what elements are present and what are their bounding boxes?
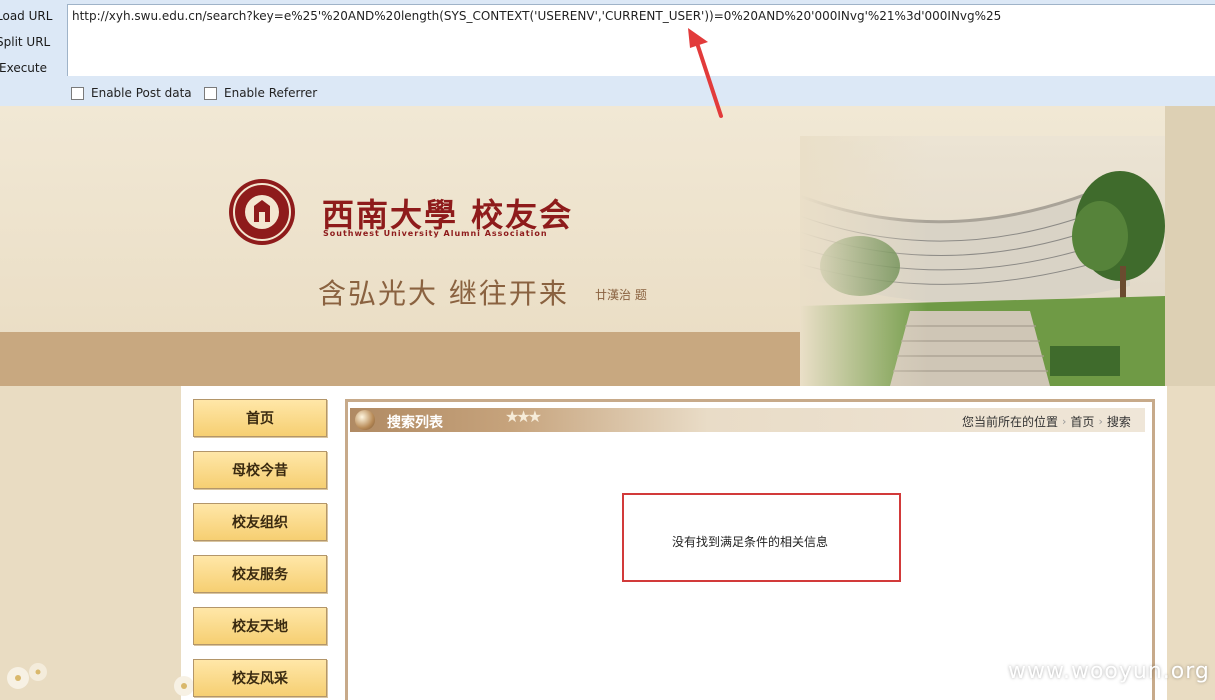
- logo-english: Southwest University Alumni Association: [323, 229, 548, 238]
- breadcrumb-prefix: 您当前所在的位置: [962, 415, 1059, 429]
- red-arrow-icon: [688, 28, 723, 118]
- breadcrumb: 您当前所在的位置 › 首页 › 搜索: [962, 413, 1131, 430]
- campus-photo: [800, 136, 1165, 386]
- orb-icon: [355, 410, 375, 430]
- hackbar-toolbar: Load URL Split URL Execute http://xyh.sw…: [0, 0, 1215, 107]
- url-field[interactable]: http://xyh.swu.edu.cn/search?key=e%25'%2…: [67, 4, 1215, 76]
- split-url-button[interactable]: Split URL: [0, 35, 50, 49]
- watermark: www.wooyun.org: [1008, 659, 1210, 684]
- nav-home[interactable]: 首页: [193, 399, 327, 437]
- no-results-message: 没有找到满足条件的相关信息: [672, 535, 829, 549]
- enable-referrer-option[interactable]: Enable Referrer: [204, 86, 317, 100]
- post-data-label: Enable Post data: [91, 86, 192, 100]
- referrer-checkbox[interactable]: [204, 86, 217, 100]
- execute-button[interactable]: Execute: [0, 61, 47, 75]
- chevron-right-icon: ›: [1098, 415, 1103, 428]
- nav-alumni-style[interactable]: 校友风采: [193, 659, 327, 697]
- referrer-label: Enable Referrer: [224, 86, 318, 100]
- breadcrumb-home-link[interactable]: 首页: [1070, 413, 1094, 430]
- school-motto: 含弘光大 继往开来: [318, 277, 569, 310]
- panel-title: 搜索列表: [387, 415, 443, 431]
- nav-alumni-org[interactable]: 校友组织: [193, 503, 327, 541]
- chevron-right-icon: ›: [1062, 415, 1067, 428]
- post-data-checkbox[interactable]: [71, 86, 84, 100]
- motto-signature: 廿漢治 题: [595, 288, 647, 302]
- star-decoration-icon: ★★★: [505, 407, 542, 426]
- flower-decoration-icon: [7, 663, 47, 689]
- university-seal-icon: [229, 179, 295, 245]
- nav-alumni-world[interactable]: 校友天地: [193, 607, 327, 645]
- site-header: 西南大學 校友会 Southwest University Alumni Ass…: [0, 106, 1215, 386]
- breadcrumb-current: 搜索: [1106, 415, 1131, 429]
- nav-alumni-services[interactable]: 校友服务: [193, 555, 327, 593]
- load-url-button[interactable]: Load URL: [0, 9, 52, 23]
- hackbar-actions: Load URL Split URL Execute: [0, 0, 66, 106]
- nav-alma-mater[interactable]: 母校今昔: [193, 451, 327, 489]
- url-text: http://xyh.swu.edu.cn/search?key=e%25'%2…: [72, 9, 1002, 23]
- enable-post-data-option[interactable]: Enable Post data: [71, 86, 192, 100]
- header-right-strip: [1165, 106, 1215, 386]
